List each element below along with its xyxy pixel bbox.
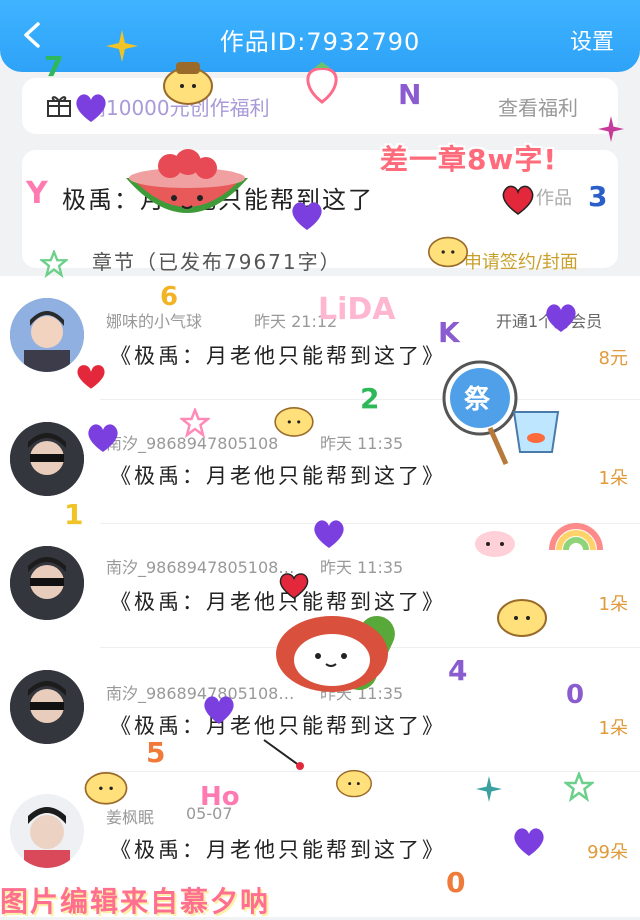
avatar[interactable] xyxy=(10,546,84,620)
username: 娜味的小气球 xyxy=(106,312,203,331)
sticker-letter: 5 xyxy=(146,736,166,769)
sticker-letter: 2 xyxy=(360,382,380,415)
image-credit-text: 图片编辑来自慕夕呐 xyxy=(0,885,271,918)
sticker-letter: 6 xyxy=(160,282,179,312)
sticker-letter: Y xyxy=(26,176,48,211)
page-title: 作品ID:7932790 xyxy=(219,28,421,56)
top-nav-bar: 作品ID:7932790 设置 xyxy=(0,0,640,72)
username: 南汐_9868947805108… xyxy=(106,684,295,703)
sticker-letter: 3 xyxy=(588,180,608,213)
sign-cover-link[interactable]: 申请签约/封面 xyxy=(464,248,578,274)
username: 南汐_9868947805108 xyxy=(106,434,279,453)
brand-sticker-text: LiDA xyxy=(318,292,396,327)
gift-amount: 99朵 xyxy=(587,842,628,863)
sticker-letter: 7 xyxy=(44,50,64,83)
gift-record-list: 娜味的小气球 昨天 21:12 开通1个月会员 《极禹：月老他只能帮到这了》 8… xyxy=(0,276,640,917)
comment-text: 《极禹：月老他只能帮到这了》 xyxy=(110,590,446,614)
gift-amount: 1朵 xyxy=(598,594,628,615)
gift-amount: 8元 xyxy=(598,348,628,369)
list-item[interactable]: 南汐_9868947805108… 昨天 11:35 《极禹：月老他只能帮到这了… xyxy=(0,524,640,648)
gift-icon xyxy=(47,96,71,117)
sticker-letter: N xyxy=(398,78,422,111)
sticker-letter: K xyxy=(438,316,460,349)
view-benefits-link[interactable]: 查看福利 xyxy=(498,92,578,121)
avatar[interactable] xyxy=(10,422,84,496)
sticker-letter: 0 xyxy=(566,680,585,710)
settings-button[interactable]: 设置 xyxy=(570,24,614,56)
avatar[interactable] xyxy=(10,794,84,868)
timestamp: 昨天 11:35 xyxy=(320,558,404,577)
list-item[interactable]: 姜枫眠 05-07 《极禹：月老他只能帮到这了》 99朵 xyxy=(0,772,640,896)
sticker-letter: 4 xyxy=(448,654,468,687)
headline-sticker-text: 差一章8w字! xyxy=(380,143,558,176)
member-badge: 开通1个月会员 xyxy=(496,312,603,331)
sticker-letter: 0 xyxy=(446,866,466,899)
avatar[interactable] xyxy=(10,298,84,372)
timestamp: 昨天 11:35 xyxy=(320,434,404,453)
gift-amount: 1朵 xyxy=(598,468,628,489)
username: 姜枫眠 xyxy=(106,808,155,827)
work-link[interactable]: 作品 xyxy=(536,184,572,210)
sticker-letter: 1 xyxy=(64,498,84,531)
comment-text: 《极禹：月老他只能帮到这了》 xyxy=(110,344,446,368)
chapter-count[interactable]: 章节（已发布79671字） xyxy=(92,246,342,275)
promo-text: 高10000元创作福利 xyxy=(86,96,270,120)
ho-sticker-text: Ho xyxy=(200,782,240,812)
list-item[interactable]: 南汐_9868947805108… 昨天 11:35 《极禹：月老他只能帮到这了… xyxy=(0,648,640,772)
work-title: 极禹：月老他只能帮到这了 xyxy=(62,186,374,214)
username: 南汐_9868947805108… xyxy=(106,558,295,577)
promo-banner[interactable]: 高10000元创作福利 查看福利 xyxy=(22,78,618,134)
timestamp: 昨天 11:35 xyxy=(320,684,404,703)
comment-text: 《极禹：月老他只能帮到这了》 xyxy=(110,464,446,488)
avatar[interactable] xyxy=(10,670,84,744)
gift-amount: 1朵 xyxy=(598,718,628,739)
comment-text: 《极禹：月老他只能帮到这了》 xyxy=(110,838,446,862)
list-item[interactable]: 南汐_9868947805108 昨天 11:35 《极禹：月老他只能帮到这了》… xyxy=(0,400,640,524)
